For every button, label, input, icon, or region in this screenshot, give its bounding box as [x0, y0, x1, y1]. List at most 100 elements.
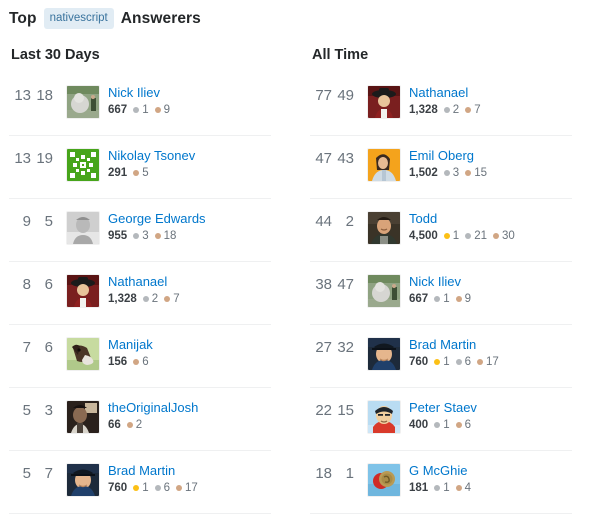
username-link[interactable]: Todd	[409, 211, 515, 227]
bronze-badge-count: 7	[173, 293, 180, 305]
answer-count: 15	[337, 402, 354, 419]
avatar[interactable]	[67, 275, 99, 307]
bronze-badge[interactable]: 9	[455, 292, 471, 306]
silver-badge[interactable]: 2	[142, 292, 158, 306]
bronze-badge[interactable]: 4	[455, 481, 471, 495]
username-link[interactable]: Nick Iliev	[409, 274, 471, 290]
silver-badge-dot-icon	[154, 485, 161, 491]
bronze-badge[interactable]: 30	[492, 229, 515, 243]
silver-badge-dot-icon	[443, 170, 450, 176]
silver-badge[interactable]: 6	[154, 481, 170, 495]
user-details: Nikolay Tsonev 291 5	[108, 148, 195, 180]
avatar[interactable]	[368, 338, 400, 370]
gold-badge[interactable]: 1	[443, 229, 459, 243]
silver-badge[interactable]: 1	[133, 103, 149, 117]
bronze-badge[interactable]: 6	[133, 355, 149, 369]
silver-badge-count: 3	[452, 167, 460, 179]
user-meta: 291 5	[108, 166, 195, 180]
silver-badge[interactable]: 21	[465, 229, 487, 243]
answer-count: 3	[44, 402, 53, 419]
user-meta: 1,328 2 7	[409, 103, 481, 117]
silver-badge-count: 1	[443, 293, 450, 305]
username-link[interactable]: Nathanael	[108, 274, 180, 290]
avatar[interactable]	[67, 149, 99, 181]
avatar[interactable]	[67, 464, 99, 496]
bronze-badge[interactable]: 17	[477, 355, 499, 369]
avatar[interactable]	[67, 86, 99, 118]
reputation-score: 667	[108, 104, 128, 116]
user-details: theOriginalJosh 66 2	[108, 400, 198, 432]
user-meta: 66 2	[108, 418, 198, 432]
gold-badge-dot-icon	[443, 233, 450, 239]
silver-badge[interactable]: 1	[434, 292, 450, 306]
bronze-badge[interactable]: 7	[465, 103, 481, 117]
username-link[interactable]: Nick Iliev	[108, 85, 170, 101]
reputation-score: 1,328	[108, 293, 137, 305]
silver-badge[interactable]: 6	[455, 355, 471, 369]
user-meta: 1,328 2 7	[108, 292, 180, 306]
gold-badge-dot-icon	[434, 359, 441, 365]
username-link[interactable]: Nikolay Tsonev	[108, 148, 195, 164]
column-last-30-days: Last 30 Days 13 18 Nick Iliev 667 1 9 13 19 Nikol…	[0, 30, 298, 514]
silver-badge[interactable]: 2	[443, 103, 459, 117]
username-link[interactable]: G McGhie	[409, 463, 471, 479]
avatar[interactable]	[368, 149, 400, 181]
bronze-badge-count: 17	[185, 482, 198, 494]
bronze-badge-dot-icon	[164, 296, 171, 302]
tag-nativescript[interactable]: nativescript	[43, 7, 114, 30]
username-link[interactable]: George Edwards	[108, 211, 206, 227]
silver-badge[interactable]: 1	[434, 481, 450, 495]
silver-badge-count: 1	[443, 482, 450, 494]
bronze-badge[interactable]: 6	[455, 418, 471, 432]
answer-score: 5	[22, 402, 31, 419]
username-link[interactable]: theOriginalJosh	[108, 400, 198, 416]
column-title: All Time	[312, 47, 369, 63]
bronze-badge[interactable]: 2	[126, 418, 142, 432]
answerer-list: 77 49 Nathanael 1,328 2 7 47 43 Emil Oberg 1,502 3…	[310, 73, 572, 514]
gold-badge[interactable]: 1	[434, 355, 450, 369]
silver-badge[interactable]: 3	[443, 166, 460, 180]
answer-score: 9	[22, 213, 31, 230]
gold-badge[interactable]: 1	[133, 481, 149, 495]
bronze-badge[interactable]: 9	[154, 103, 170, 117]
reputation-score: 4,500	[409, 230, 438, 242]
bronze-badge-count: 30	[501, 230, 515, 242]
silver-badge[interactable]: 1	[434, 418, 450, 432]
avatar[interactable]	[67, 401, 99, 433]
answer-count: 5	[44, 213, 53, 230]
top-answerers-widget: Top nativescript Answerers Last 30 Days 1…	[0, 0, 596, 518]
user-meta: 1,502 3 15	[409, 166, 487, 180]
reputation-score: 400	[409, 419, 429, 431]
username-link[interactable]: Manijak	[108, 337, 153, 353]
gold-badge-count: 1	[443, 356, 450, 368]
bronze-badge[interactable]: 18	[154, 229, 176, 243]
user-details: G McGhie 181 1 4	[409, 463, 471, 495]
avatar[interactable]	[67, 212, 99, 244]
bronze-badge[interactable]: 15	[465, 166, 487, 180]
bronze-badge-dot-icon	[455, 422, 462, 428]
username-link[interactable]: Brad Martin	[409, 337, 499, 353]
avatar[interactable]	[368, 464, 400, 496]
user-meta: 181 1 4	[409, 481, 471, 495]
bronze-badge-dot-icon	[477, 359, 483, 365]
username-link[interactable]: Brad Martin	[108, 463, 198, 479]
answer-score: 27	[315, 339, 332, 356]
answer-score: 13	[14, 150, 31, 167]
avatar[interactable]	[368, 401, 400, 433]
bronze-badge[interactable]: 5	[133, 166, 149, 180]
answer-count: 6	[44, 339, 53, 356]
avatar[interactable]	[67, 338, 99, 370]
avatar[interactable]	[368, 212, 400, 244]
avatar[interactable]	[368, 275, 400, 307]
user-meta: 667 1 9	[108, 103, 170, 117]
username-link[interactable]: Peter Staev	[409, 400, 477, 416]
avatar[interactable]	[368, 86, 400, 118]
username-link[interactable]: Emil Oberg	[409, 148, 487, 164]
answerer-row: 13 18 Nick Iliev 667 1 9	[9, 73, 271, 136]
answer-count: 2	[345, 213, 354, 230]
bronze-badge[interactable]: 7	[164, 292, 180, 306]
username-link[interactable]: Nathanael	[409, 85, 481, 101]
answer-count: 49	[337, 87, 354, 104]
silver-badge[interactable]: 3	[133, 229, 149, 243]
bronze-badge[interactable]: 17	[176, 481, 198, 495]
